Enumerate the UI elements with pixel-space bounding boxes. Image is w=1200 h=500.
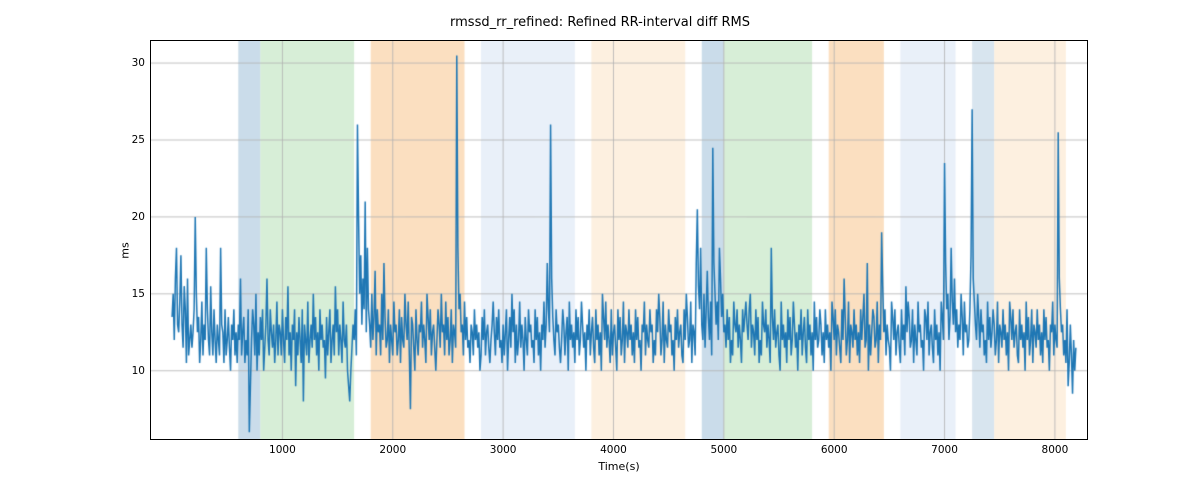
y-tick-label: 20 [132, 211, 145, 223]
x-tick-label: 3000 [490, 444, 517, 456]
y-tick-label: 25 [132, 134, 145, 146]
figure: rmssd_rr_refined: Refined RR-interval di… [0, 0, 1200, 500]
x-tick-label: 2000 [379, 444, 406, 456]
y-tick-label: 15 [132, 288, 145, 300]
x-tick-label: 5000 [710, 444, 737, 456]
line-plot-canvas [150, 40, 1088, 440]
y-tick-labels: 10 15 20 25 30 [0, 40, 145, 440]
x-tick-labels: 1000 2000 3000 4000 5000 6000 7000 8000 [150, 444, 1088, 458]
y-tick-label: 10 [132, 365, 145, 377]
chart-title: rmssd_rr_refined: Refined RR-interval di… [0, 15, 1200, 30]
y-tick-label: 30 [132, 57, 145, 69]
x-tick-label: 6000 [821, 444, 848, 456]
x-tick-label: 4000 [600, 444, 627, 456]
x-tick-label: 1000 [269, 444, 296, 456]
x-tick-label: 7000 [931, 444, 958, 456]
x-tick-label: 8000 [1042, 444, 1069, 456]
plot-area [150, 40, 1088, 440]
x-axis-label: Time(s) [150, 460, 1088, 473]
